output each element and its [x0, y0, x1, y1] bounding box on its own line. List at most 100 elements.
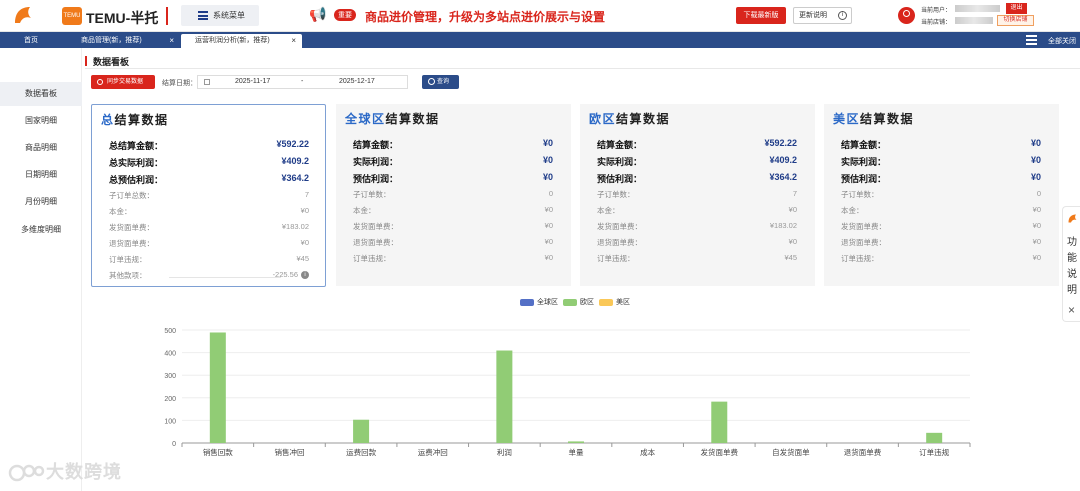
divider	[166, 7, 168, 25]
total-cost-row: 本金： ¥0	[109, 206, 309, 216]
y-tick-label: 200	[164, 396, 176, 403]
actual-profit-row: 实际利润： ¥409.2	[597, 155, 797, 167]
actual-profit-row: 实际利润： ¥0	[353, 155, 553, 167]
bar-chart: 0 100 200 300 400 500 销售回款 销售冲回 运费回款 运费冲回 利润 单量 成本 发货…	[164, 328, 971, 457]
temu-logo-icon: TEMU	[62, 7, 82, 25]
query-button[interactable]: 查询	[422, 75, 459, 89]
cost-row: 本金： ¥0	[841, 205, 1041, 215]
ship-fee-row: 发货面单费： ¥0	[353, 221, 553, 231]
legend-item-us[interactable]: 美区	[599, 297, 630, 307]
user-avatar-icon	[898, 7, 915, 24]
us-settlement-card: 美区结算数据 结算金额： ¥0 实际利润： ¥0 预估利润： ¥0 子订单数： 0 本金…	[824, 104, 1059, 286]
cost-row: 本金： ¥0	[353, 205, 553, 215]
x-tick-label: 单量	[569, 447, 584, 457]
violation-row: 订单违规： ¥0	[353, 253, 553, 263]
total-violation-row: 订单违规： ¥45	[109, 254, 309, 264]
orders-row: 子订单数： 7	[597, 189, 797, 199]
sidebar-item-date[interactable]: 日期明细	[0, 169, 82, 180]
divider	[169, 277, 281, 278]
x-tick-label: 自发货面单	[772, 447, 810, 457]
sync-trade-data-button[interactable]: 同步交易数据	[91, 75, 155, 89]
date-separator: -	[301, 78, 304, 85]
sidebar-item-product[interactable]: 商品明细	[0, 142, 82, 153]
legend-swatch	[563, 298, 577, 306]
update-notes-label: 更新说明	[799, 12, 827, 19]
current-user-label: 当前用户：	[921, 8, 952, 14]
y-tick-label: 300	[164, 373, 176, 380]
total-actual-profit-row: 总实际利润： ¥409.2	[109, 156, 309, 168]
bar-发货面单费	[711, 401, 728, 443]
megaphone-icon: 📢	[309, 6, 327, 22]
legend-item-global[interactable]: 全球区	[520, 297, 558, 307]
sidebar-item-dashboard[interactable]: 数据看板	[0, 82, 82, 106]
system-menu-label: 系统菜单	[213, 11, 245, 20]
y-tick-label: 500	[164, 328, 176, 335]
close-icon[interactable]: ×	[1068, 303, 1075, 317]
sidebar-item-month[interactable]: 月份明细	[0, 196, 82, 207]
tab-home[interactable]: 首页	[0, 34, 65, 48]
date-to[interactable]: 2025-12-17	[339, 78, 375, 85]
logout-button[interactable]: 退出	[1006, 3, 1027, 14]
info-icon: i	[838, 11, 847, 20]
global-settlement-card: 全球区结算数据 结算金额： ¥0 实际利润： ¥0 预估利润： ¥0 子订单数： 0 本…	[336, 104, 571, 286]
x-tick-label: 成本	[640, 447, 655, 457]
feature-guide-panel[interactable]: 功能说明 ×	[1062, 206, 1080, 322]
return-fee-row: 退货面单费： ¥0	[353, 237, 553, 247]
download-latest-button[interactable]: 下载最新版	[736, 7, 786, 24]
violation-row: 订单违规： ¥0	[841, 253, 1041, 263]
update-notes-button[interactable]: 更新说明 i	[793, 7, 852, 24]
tab-profit-analysis[interactable]: 运营利润分析(新，推荐) ×	[181, 34, 302, 48]
card-title: 美区结算数据	[833, 112, 915, 126]
x-tick-label: 销售回款	[203, 447, 233, 457]
ship-fee-row: 发货面单费： ¥183.02	[597, 221, 797, 231]
current-store-label: 当前店铺：	[921, 20, 952, 26]
top-bar: TEMU TEMU-半托 系统菜单 📢 重要 商品进价管理，升级为多站点进价展示…	[0, 0, 1080, 32]
card-title: 总结算数据	[101, 113, 169, 127]
settle-amount-row: 结算金额： ¥592.22	[597, 138, 797, 150]
total-settlement-card: 总结算数据 总结算金额： ¥592.22 总实际利润： ¥409.2 总预估利润： ¥…	[91, 104, 326, 287]
important-badge: 重要	[334, 9, 356, 21]
app-title: TEMU-半托	[86, 10, 159, 26]
info-icon[interactable]: i	[301, 271, 309, 280]
total-orders-row: 子订单总数： 7	[109, 190, 309, 200]
x-tick-label: 发货面单费	[701, 447, 739, 457]
menu-icon	[198, 11, 208, 20]
total-estimated-profit-row: 总预估利润： ¥364.2	[109, 173, 309, 185]
tab-label: 首页	[24, 37, 38, 44]
total-other-row: 其他款项： -225.56 i	[109, 270, 309, 286]
y-tick-label: 100	[164, 418, 176, 425]
app-logo-icon	[1068, 214, 1077, 223]
close-icon[interactable]: ×	[169, 34, 174, 48]
legend-swatch	[520, 298, 534, 306]
card-title: 全球区结算数据	[345, 112, 440, 126]
total-ship-fee-row: 发货面单费： ¥183.02	[109, 222, 309, 232]
settle-amount-row: 结算金额： ¥0	[353, 138, 553, 150]
x-tick-label: 退货面单费	[844, 447, 882, 457]
return-fee-row: 退货面单费： ¥0	[841, 237, 1041, 247]
x-tick-label: 销售冲回	[274, 447, 304, 457]
date-range-picker[interactable]: 2025-11-17 - 2025-12-17	[197, 75, 408, 89]
close-icon[interactable]: ×	[291, 34, 296, 48]
close-all-button[interactable]: 全部关闭	[1048, 36, 1076, 46]
legend-item-eu[interactable]: 欧区	[563, 297, 594, 307]
x-tick-label: 订单违规	[919, 447, 949, 457]
sidebar-item-multi-dimension[interactable]: 多维度明细	[0, 224, 82, 235]
date-from[interactable]: 2025-11-17	[235, 78, 270, 85]
list-icon[interactable]	[1026, 35, 1037, 45]
estimated-profit-row: 预估利润： ¥0	[353, 172, 553, 184]
sidebar: 数据看板 国家明细 商品明细 日期明细 月份明细 多维度明细	[0, 48, 82, 491]
sidebar-item-country[interactable]: 国家明细	[0, 115, 82, 126]
return-fee-row: 退货面单费： ¥0	[597, 237, 797, 247]
actual-profit-row: 实际利润： ¥0	[841, 155, 1041, 167]
tab-label: 运营利润分析(新，推荐)	[195, 37, 270, 44]
card-title: 欧区结算数据	[589, 112, 671, 126]
bar-利润	[496, 350, 513, 443]
cost-row: 本金： ¥0	[597, 205, 797, 215]
system-menu-button[interactable]: 系统菜单	[181, 5, 259, 26]
notice-text[interactable]: 商品进价管理，升级为多站点进价展示与设置	[365, 8, 605, 25]
x-tick-label: 运费回款	[346, 447, 376, 457]
section-header: 数据看板	[85, 54, 1080, 69]
tab-product-management[interactable]: 商品管理(新，推荐) ×	[67, 34, 180, 48]
switch-store-button[interactable]: 切换店铺	[997, 15, 1034, 26]
x-tick-label: 运费冲回	[418, 447, 448, 457]
